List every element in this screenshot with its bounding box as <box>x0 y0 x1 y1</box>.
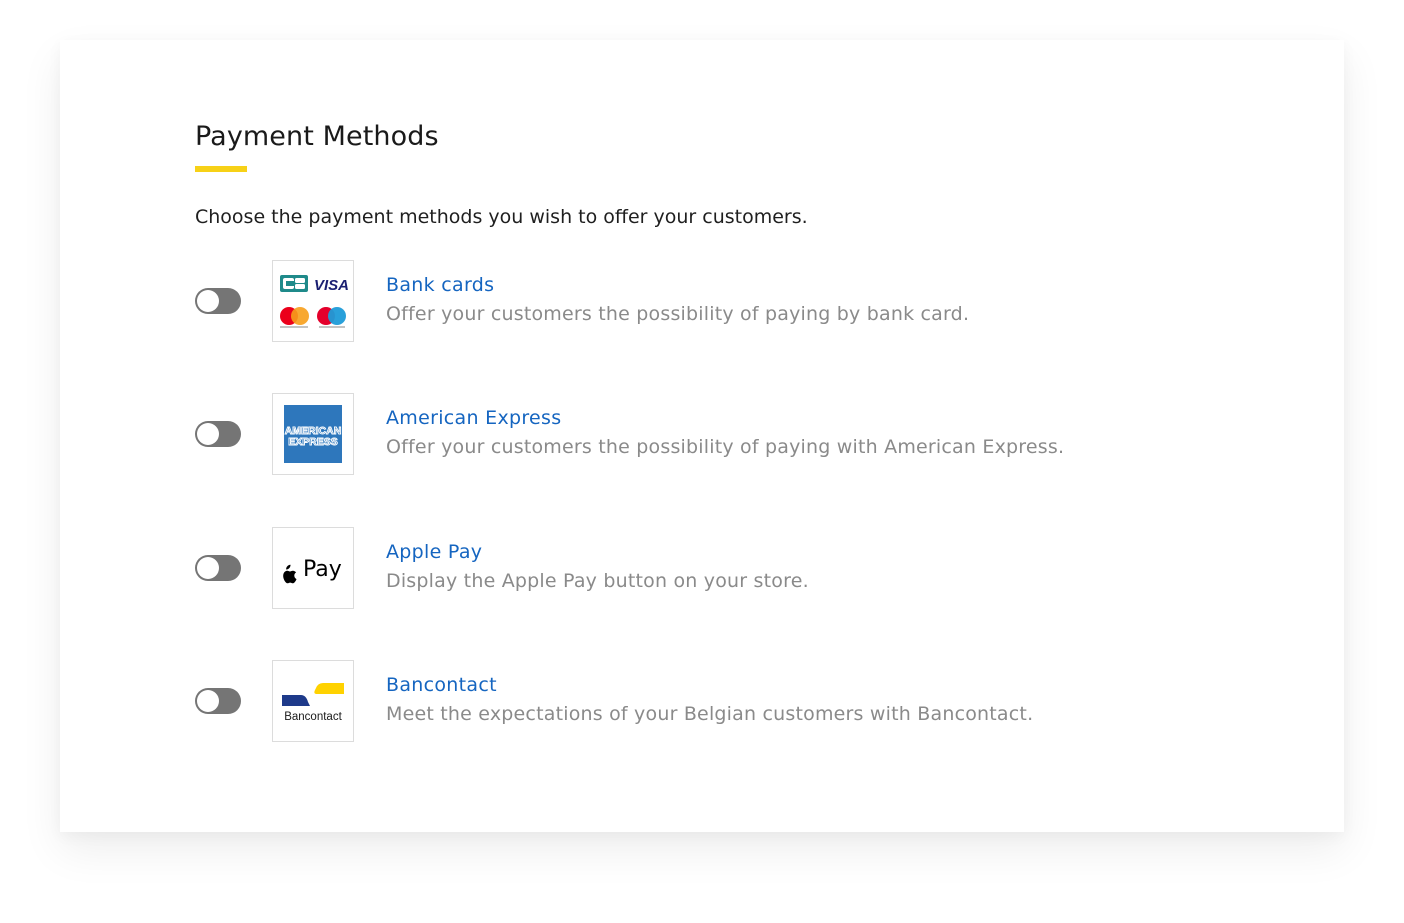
svg-text:Pay: Pay <box>303 557 342 582</box>
american-express-logo: AMERICAN EXPRESS <box>272 393 354 475</box>
cb-icon <box>280 275 308 292</box>
bancontact-toggle[interactable] <box>195 688 241 714</box>
bank-cards-name[interactable]: Bank cards <box>386 274 494 296</box>
apple-pay-name[interactable]: Apple Pay <box>386 541 482 563</box>
page-title: Payment Methods <box>195 121 439 152</box>
intro-text: Choose the payment methods you wish to o… <box>195 206 808 228</box>
bank-cards-logo: VISA <box>272 260 354 342</box>
payment-method-row-bank-cards: VISA Bank cards Offer your customers the… <box>195 260 1195 342</box>
toggle-knob <box>197 557 219 579</box>
payment-method-row-bancontact: Bancontact Bancontact Meet the expectati… <box>195 660 1195 742</box>
american-express-toggle[interactable] <box>195 421 241 447</box>
american-express-description: Offer your customers the possibility of … <box>386 436 1065 458</box>
maestro-icon <box>317 307 346 325</box>
payment-methods-card: Payment Methods Choose the payment metho… <box>60 40 1344 832</box>
bancontact-name[interactable]: Bancontact <box>386 674 497 696</box>
bank-cards-description: Offer your customers the possibility of … <box>386 303 970 325</box>
apple-icon <box>283 564 297 584</box>
svg-text:EXPRESS: EXPRESS <box>288 436 338 448</box>
american-express-name[interactable]: American Express <box>386 407 561 429</box>
apple-pay-logo: Pay <box>272 527 354 609</box>
toggle-knob <box>197 690 219 712</box>
toggle-knob <box>197 423 219 445</box>
payment-method-row-american-express: AMERICAN EXPRESS American Express Offer … <box>195 393 1195 475</box>
title-underline <box>195 166 247 172</box>
svg-text:Bancontact: Bancontact <box>284 711 342 723</box>
apple-pay-description: Display the Apple Pay button on your sto… <box>386 570 809 592</box>
toggle-knob <box>197 290 219 312</box>
payment-method-row-apple-pay: Pay Apple Pay Display the Apple Pay butt… <box>195 527 1195 609</box>
apple-pay-toggle[interactable] <box>195 555 241 581</box>
bank-cards-toggle[interactable] <box>195 288 241 314</box>
visa-logo-text: VISA <box>314 277 349 294</box>
bancontact-logo: Bancontact <box>272 660 354 742</box>
mastercard-icon <box>280 307 309 325</box>
bancontact-description: Meet the expectations of your Belgian cu… <box>386 703 1034 725</box>
